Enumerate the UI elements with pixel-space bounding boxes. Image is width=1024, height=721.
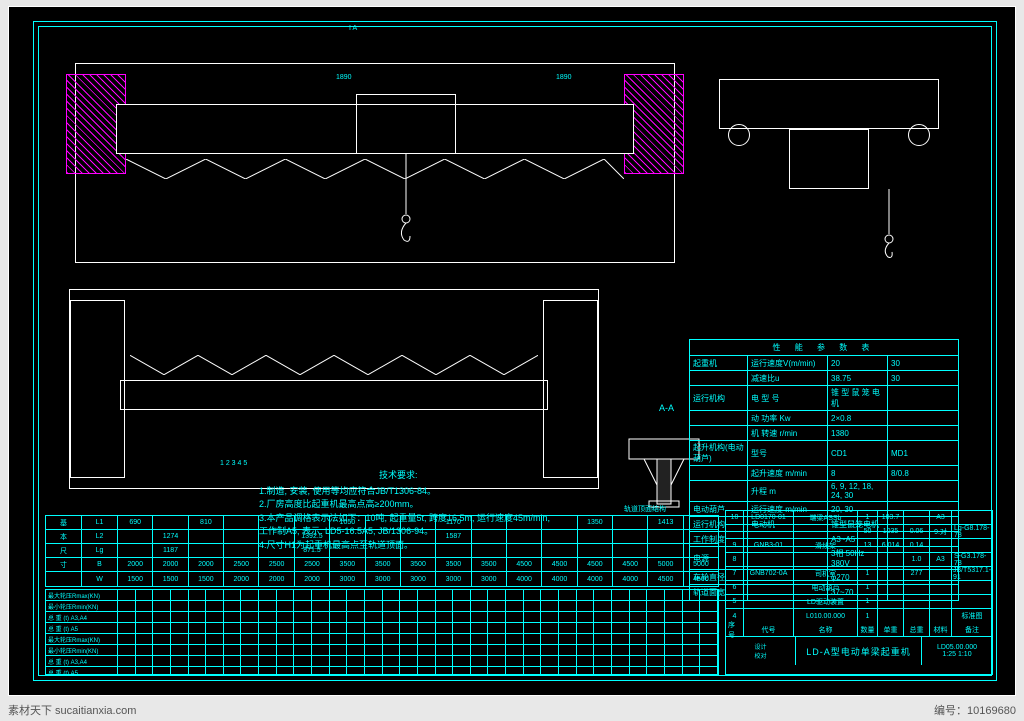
plan-girder [120,380,548,410]
drawing-title: LD-A型电动单梁起重机 [796,637,922,665]
param-row: 升程 m6, 9, 12, 18, 24, 30 [690,481,958,502]
param-row: 起重机运行速度V(m/min)2030 [690,356,958,371]
plan-view: 1 2 3 4 5 [69,289,599,489]
dim-span: 1890 [336,74,352,81]
wheelload-row: 总 重 (t) A5 [46,623,718,634]
dims-row: 寸B20002000200025002500250035003500350035… [46,558,718,572]
title-block-name: 设计校对 LD-A型电动单梁起重机 LD05.00.000 1:25 1:10 [726,637,992,665]
side-hoist [789,129,869,189]
drawing-number: LD05.00.000 [937,644,977,651]
side-view [699,39,959,249]
dims-row: 基L16908101050117013501413 [46,516,718,530]
wheelload-row: 最大轮压Rmax(KN) [46,634,718,645]
bom-row: 4L010.00.0001标准图 [726,609,992,623]
plan-zigzag [130,355,538,375]
wheelload-row: 最大轮压Rmax(KN) [46,590,718,601]
wheel-icon [908,124,930,146]
wheelload-row: 最小轮压Rmin(KN) [46,645,718,656]
page-footer: 素材天下 sucaitianxia.com 编号：10169680 [8,702,1016,718]
dimensions-table: 基L16908101050117013501413本L212741392.515… [45,515,719,587]
dims-row: 本L212741392.51587 [46,530,718,544]
drawing-scale: 1:25 1:10 [942,651,971,658]
wheelload-row: 总 重 (t) A3,A4 [46,612,718,623]
tech-req-item: 1.制造, 安装, 使用等均应符合JB/T1306-84。 [259,485,599,499]
trolley [356,94,456,154]
param-row: 机 转速 r/min1380 [690,426,958,441]
wheelload-row: 总 重 (t) A3,A4 [46,656,718,667]
bom-row: 6电动葫芦1 [726,581,992,595]
wheel-icon [728,124,750,146]
callout-balloon: 1 2 3 4 5 [220,460,247,467]
cad-canvas: I A 1890 1890 [8,6,1016,696]
hoist-hook [396,154,416,244]
param-table-title: 性 能 参 数 表 [690,340,958,356]
param-row: 起升速度 m/min88/0.8 [690,466,958,481]
dims-row: 尺Lg1187871.5 [46,544,718,558]
footer-source[interactable]: 素材天下 sucaitianxia.com [8,702,136,718]
top-mark: I A [349,25,357,32]
trackface-label: 轨道顶面结构 [624,504,666,514]
end-truck-right [543,300,598,478]
dims-row: W150015001500200020002000300030003000300… [46,572,718,586]
title-block-header: 序号 代号 名称 数量 单重 总重 材料 备注 [726,623,992,637]
side-hook [879,189,899,259]
bom-row: 9GNB3-01滑线架136.0140.14 [726,539,992,553]
side-girder [719,79,939,129]
wheelload-row: 最小轮压Rmin(KN) [46,601,718,612]
elevation-view: 1890 1890 [75,63,675,263]
bom-row: 81.0A3S-G3.178-78 [726,553,992,567]
bom-row: 10LD0170-01端梁ASSb1103.7A3 [726,511,992,525]
tech-req-item: 2.厂房高度比起重机最高点高≥200mm。 [259,498,599,512]
param-row: 动 功率 Kw2×0.8 [690,411,958,426]
bom-row: 5LD驱动装置1 [726,595,992,609]
wheelload-row: 总 重 (t) A5 [46,667,718,675]
footer-id: 编号：10169680 [934,702,1016,718]
bom-row: 7GNB702-0A司机室1277JB/T5317.1-91 [726,567,992,581]
title-block: 10LD0170-01端梁ASSb1103.7A35010350.069.对Lg… [725,510,993,675]
drawing-area: I A 1890 1890 [49,29,989,554]
section-label: A-A [659,403,674,413]
wheel-load-table: 最大轮压Rmax(KN)最小轮压Rmin(KN)总 重 (t) A3,A4总 重… [45,589,719,675]
param-row: 减速比u38.7530 [690,371,958,386]
truss-zigzag [126,159,624,179]
param-row: 运行机构电 型 号锥 型 鼠 笼 电 机 [690,386,958,411]
bom-row: 5010350.069.对Lg-G8.178-78 [726,525,992,539]
end-truck-left [70,300,125,478]
tech-req-title: 技术要求: [259,469,599,483]
dim-span2: 1890 [556,74,572,81]
param-row: 起升机构(电动葫芦)型号CD1MD1 [690,441,958,466]
